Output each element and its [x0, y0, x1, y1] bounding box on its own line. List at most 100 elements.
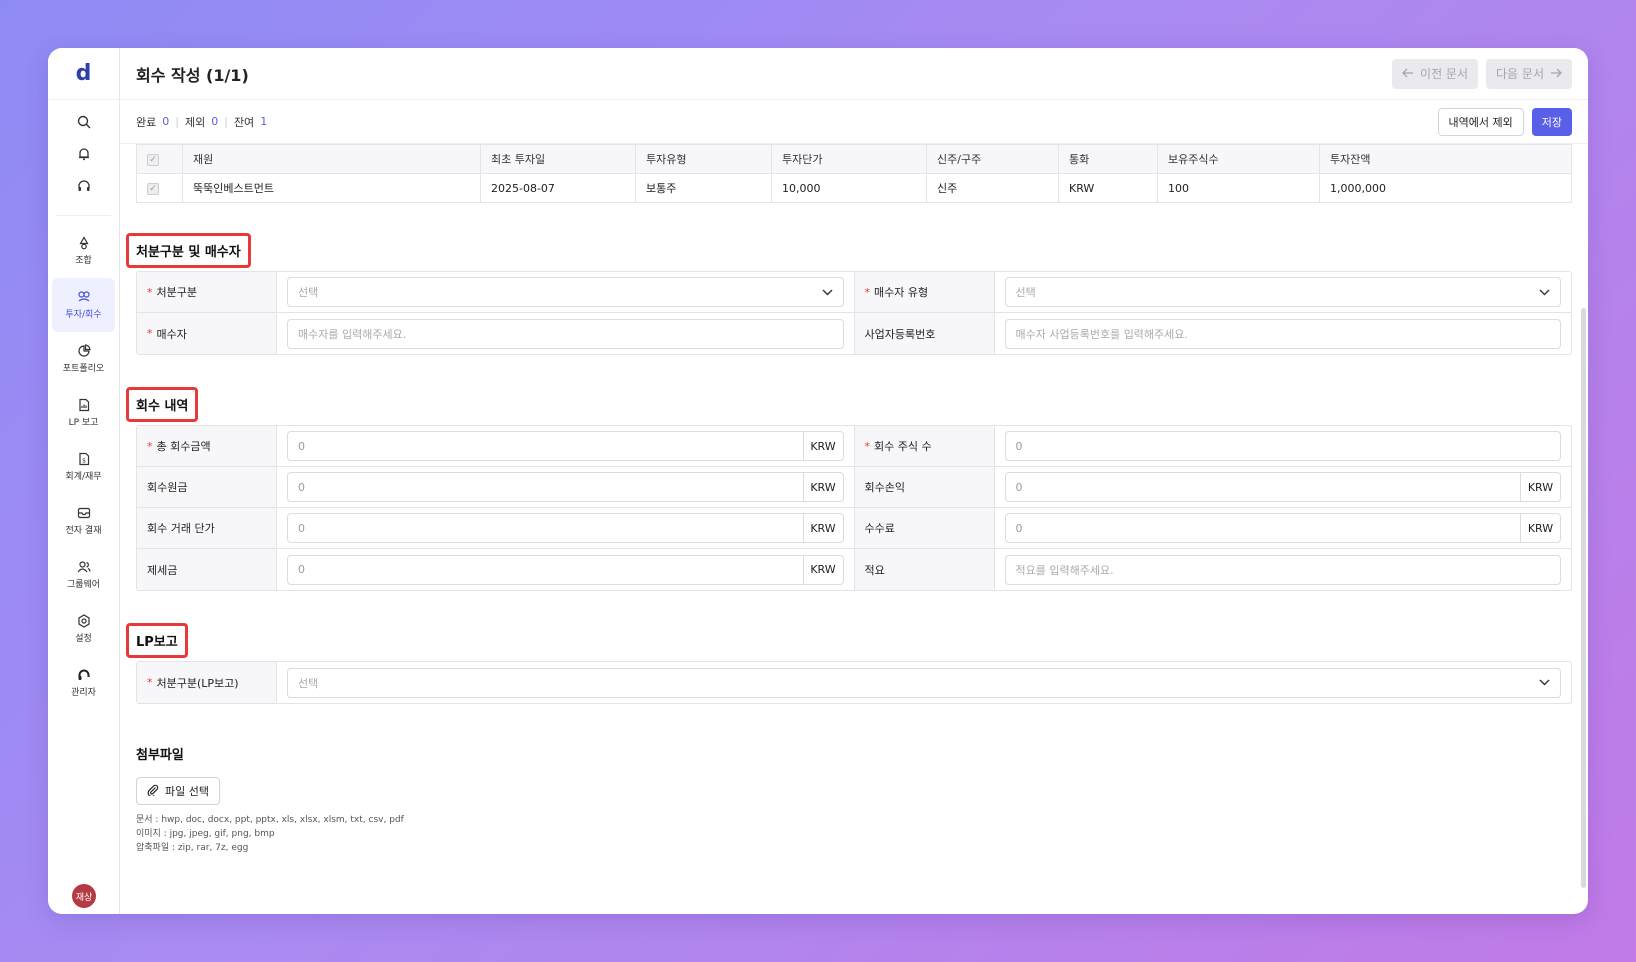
fee-label: 수수료	[864, 522, 895, 535]
input-placeholder: 매수자 사업등록번호를 입력해주세요.	[1015, 327, 1188, 341]
headset-icon	[77, 668, 91, 682]
sidebar-item-accounting[interactable]: $ 회계/재무	[48, 440, 119, 494]
column-header: 최초 투자일	[480, 144, 636, 174]
input-placeholder: 매수자를 입력해주세요.	[298, 327, 407, 341]
field-cell: 0 KRW	[277, 549, 855, 590]
app-window: d 조합 투자/회수 포트폴리오 LP 보고 $ 회계/재무 전자 결재 그룹웨…	[48, 48, 1588, 914]
sidebar-item-fund[interactable]: 조합	[48, 224, 119, 278]
archive-types-note: 압축파일 : zip, rar, 7z, egg	[136, 843, 249, 853]
tax-input[interactable]: 0 KRW	[287, 554, 844, 585]
principal-input[interactable]: 0 KRW	[287, 472, 844, 502]
lp-form: * 처분구분(LP보고) 선택	[136, 661, 1572, 704]
form-row: 회수 거래 단가 0 KRW 수수료 0 KRW	[137, 508, 1571, 549]
required-mark: *	[147, 676, 153, 689]
scrollbar[interactable]	[1581, 308, 1586, 888]
sidebar-item-portfolio[interactable]: 포트폴리오	[48, 332, 119, 386]
divider: |	[175, 115, 179, 128]
form-row: 회수원금 0 KRW 회수손익 0 KRW	[137, 467, 1571, 508]
column-header: 투자잔액	[1319, 144, 1572, 174]
unit-price-input[interactable]: 0 KRW	[287, 513, 844, 543]
select-all-checkbox[interactable]: ✓	[147, 154, 159, 166]
page-header: 회수 작성 (1/1) 이전 문서 다음 문서	[120, 48, 1588, 100]
next-document-button[interactable]: 다음 문서	[1486, 58, 1572, 89]
sidebar-item-admin[interactable]: 관리자	[48, 656, 119, 710]
search-icon[interactable]	[48, 106, 119, 138]
memo-input[interactable]: 적요를 입력해주세요.	[1004, 554, 1561, 585]
table-cell: 뚝뚝인베스트먼트	[182, 173, 481, 203]
page-title: 회수 작성 (1/1)	[136, 65, 249, 85]
prev-document-button[interactable]: 이전 문서	[1392, 58, 1479, 89]
table-cell: 1,000,000	[1319, 173, 1572, 203]
file-select-button[interactable]: 파일 선택	[136, 777, 220, 805]
tax-label: 제세금	[147, 563, 178, 577]
select-placeholder: 선택	[298, 676, 319, 690]
form-row: 제세금 0 KRW 적요 적요를 입력해주세요.	[137, 549, 1571, 590]
biz-no-input[interactable]: 매수자 사업등록번호를 입력해주세요.	[1004, 318, 1561, 349]
sidebar-item-lp-report[interactable]: LP 보고	[48, 386, 119, 440]
currency-unit: KRW	[1520, 473, 1560, 501]
currency-unit: KRW	[1520, 514, 1560, 542]
buyer-label: 매수자	[156, 327, 187, 341]
total-amount-input[interactable]: 0 KRW	[287, 431, 844, 461]
lp-type-select[interactable]: 선택	[287, 667, 1561, 698]
field-cell: 매수자를 입력해주세요.	[277, 313, 855, 354]
chevron-down-icon	[1539, 286, 1550, 299]
input-value: 0	[1015, 439, 1023, 453]
bell-icon[interactable]	[48, 138, 119, 170]
table-row[interactable]: ✓ 뚝뚝인베스트먼트 2025-08-07 보통주 10,000 신주 KRW …	[136, 173, 1572, 203]
principal-label: 회수원금	[147, 481, 188, 494]
logo[interactable]: d	[48, 48, 119, 100]
table-cell: 10,000	[771, 173, 927, 203]
divider: |	[224, 115, 228, 128]
required-mark: *	[147, 327, 153, 340]
buyer-type-label: 매수자 유형	[874, 286, 929, 299]
file-type-notes: 문서 : hwp, doc, docx, ppt, pptx, xls, xls…	[136, 813, 1572, 855]
sidebar-item-label: LP 보고	[68, 418, 99, 428]
buyer-input[interactable]: 매수자를 입력해주세요.	[287, 318, 844, 349]
sidebar: d 조합 투자/회수 포트폴리오 LP 보고 $ 회계/재무 전자 결재 그룹웨…	[48, 48, 120, 914]
form-row: * 총 회수금액 0 KRW * 회수 주식 수 0	[137, 426, 1571, 467]
sidebar-item-groupware[interactable]: 그룹웨어	[48, 548, 119, 602]
sidebar-item-approval[interactable]: 전자 결재	[48, 494, 119, 548]
field-cell: 0 KRW	[277, 508, 855, 548]
shares-label: 회수 주식 수	[874, 440, 932, 453]
save-button[interactable]: 저장	[1531, 107, 1572, 136]
paperclip-icon	[147, 784, 159, 799]
select-placeholder: 선택	[298, 286, 319, 299]
buyer-type-select[interactable]: 선택	[1004, 277, 1561, 307]
report-icon	[77, 398, 91, 412]
sidebar-item-label: 포트폴리오	[62, 364, 105, 374]
table-cell: KRW	[1058, 173, 1158, 203]
done-count: 0	[162, 115, 170, 128]
disposal-form: * 처분구분 선택 * 매수자 유형 선택 * 매수자 매수자를 입력해주세요.…	[136, 271, 1572, 355]
input-placeholder: 적요를 입력해주세요.	[1015, 563, 1114, 577]
profit-label: 회수손익	[864, 481, 905, 494]
section-title-attachments: 첨부파일	[136, 744, 184, 763]
currency-unit: KRW	[802, 555, 843, 584]
table-cell: 신주	[926, 173, 1059, 203]
field-label: 회수손익	[854, 467, 995, 507]
shares-input[interactable]: 0	[1004, 431, 1561, 461]
profit-input[interactable]: 0 KRW	[1004, 472, 1561, 502]
field-label: 제세금	[137, 549, 277, 590]
currency-unit: KRW	[802, 473, 843, 501]
avatar[interactable]: 재상	[72, 884, 96, 908]
sidebar-item-investment[interactable]: 투자/회수	[52, 278, 115, 332]
image-types-note: 이미지 : jpg, jpeg, gif, png, bmp	[136, 829, 275, 839]
field-cell: 0	[995, 426, 1572, 466]
field-cell: 선택	[277, 662, 1571, 703]
field-label: * 총 회수금액	[137, 426, 277, 466]
input-value: 0	[298, 480, 305, 494]
headphones-icon[interactable]	[48, 170, 119, 202]
disposal-type-select[interactable]: 선택	[287, 277, 844, 307]
fee-input[interactable]: 0 KRW	[1004, 513, 1561, 543]
column-header: 투자단가	[771, 144, 927, 174]
sidebar-item-settings[interactable]: 설정	[48, 602, 119, 656]
exclude-button[interactable]: 내역에서 제외	[1437, 107, 1524, 136]
file-select-label: 파일 선택	[165, 785, 209, 798]
recovery-form: * 총 회수금액 0 KRW * 회수 주식 수 0 회수원금 0 KRW 회수손익	[136, 425, 1572, 591]
row-checkbox-cell: ✓	[136, 173, 183, 203]
required-mark: *	[864, 285, 871, 299]
row-checkbox[interactable]: ✓	[147, 183, 159, 195]
sidebar-item-label: 투자/회수	[65, 310, 102, 320]
